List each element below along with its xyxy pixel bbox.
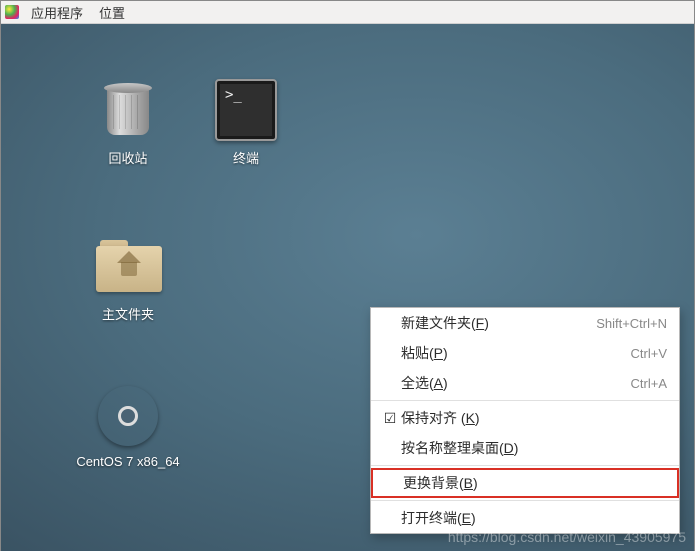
- menu-item-label: 打开终端(E): [401, 508, 667, 528]
- icon-label: 终端: [191, 148, 301, 167]
- watermark-text: https://blog.csdn.net/weixin_43905975: [448, 529, 686, 545]
- menu-item-label: 粘贴(P): [401, 343, 631, 363]
- menubar: 应用程序 位置: [1, 1, 694, 24]
- menu-item-select-all[interactable]: 全选(A) Ctrl+A: [371, 368, 679, 398]
- menu-item-keep-aligned[interactable]: ☑ 保持对齐 (K): [371, 403, 679, 433]
- menu-separator: [371, 465, 679, 466]
- desktop-icon-disc[interactable]: CentOS 7 x86_64: [73, 384, 183, 469]
- menu-separator: [371, 500, 679, 501]
- menu-item-organize-by-name[interactable]: 按名称整理桌面(D): [371, 433, 679, 463]
- menu-item-paste[interactable]: 粘贴(P) Ctrl+V: [371, 338, 679, 368]
- checkbox-checked-icon: ☑: [379, 410, 401, 427]
- menu-item-change-background[interactable]: 更换背景(B): [371, 468, 679, 498]
- menu-applications[interactable]: 应用程序: [23, 1, 91, 24]
- menu-locations[interactable]: 位置: [91, 1, 133, 24]
- icon-label: 回收站: [73, 148, 183, 167]
- menu-item-shortcut: Ctrl+V: [631, 346, 667, 361]
- system-logo-icon: [5, 5, 19, 19]
- menu-separator: [371, 400, 679, 401]
- menu-item-shortcut: Ctrl+A: [631, 376, 667, 391]
- menu-item-label: 保持对齐 (K): [401, 408, 667, 428]
- menu-item-label: 按名称整理桌面(D): [401, 438, 667, 458]
- trash-icon: [96, 78, 160, 142]
- menu-item-label: 更换背景(B): [403, 473, 665, 493]
- terminal-icon: [214, 78, 278, 142]
- menu-item-new-folder[interactable]: 新建文件夹(F) Shift+Ctrl+N: [371, 308, 679, 338]
- menu-item-shortcut: Shift+Ctrl+N: [596, 316, 667, 331]
- desktop-icon-trash[interactable]: 回收站: [73, 78, 183, 167]
- cd-disc-icon: [96, 384, 160, 448]
- desktop-context-menu: 新建文件夹(F) Shift+Ctrl+N 粘贴(P) Ctrl+V 全选(A)…: [370, 307, 680, 534]
- menu-item-label: 新建文件夹(F): [401, 313, 596, 333]
- desktop[interactable]: 回收站 终端 主文件夹 CentOS 7 x86_64 新建文件夹(F) Shi…: [1, 24, 694, 551]
- icon-label: 主文件夹: [73, 304, 183, 323]
- home-folder-icon: [96, 234, 160, 298]
- icon-label: CentOS 7 x86_64: [73, 454, 183, 469]
- menu-item-label: 全选(A): [401, 373, 631, 393]
- desktop-icon-home-folder[interactable]: 主文件夹: [73, 234, 183, 323]
- desktop-icon-terminal[interactable]: 终端: [191, 78, 301, 167]
